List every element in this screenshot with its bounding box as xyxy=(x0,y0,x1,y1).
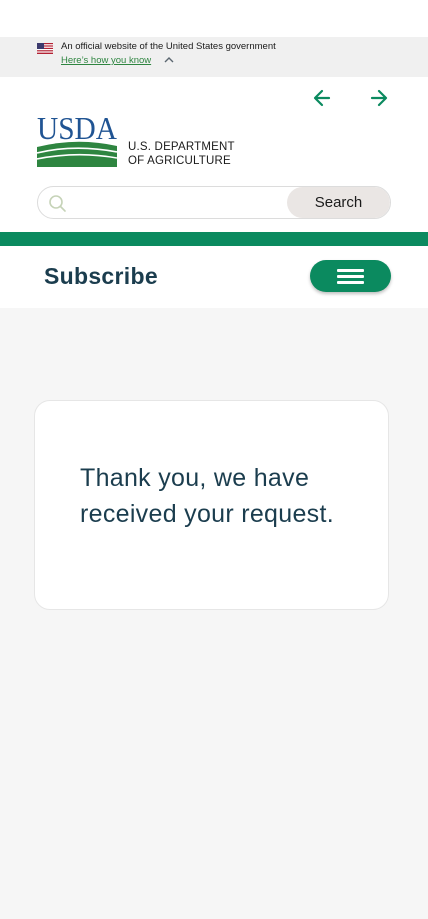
arrow-forward-icon[interactable] xyxy=(368,87,390,109)
menu-button[interactable] xyxy=(310,260,391,292)
usda-logo[interactable]: USDA xyxy=(37,113,117,167)
subnav-bar: Subscribe xyxy=(0,246,428,308)
confirmation-card: Thank you, we have received your request… xyxy=(34,400,389,610)
search-button[interactable]: Search xyxy=(287,187,390,218)
hamburger-icon-line-1 xyxy=(337,269,364,272)
site-header: USDA U.S. DEPARTMENT OF AGRICULTURE Sear… xyxy=(0,77,428,232)
search-input[interactable] xyxy=(74,187,284,218)
hamburger-icon-line-3 xyxy=(337,281,364,284)
page-title: Subscribe xyxy=(44,263,158,289)
green-divider-bar xyxy=(0,232,428,246)
arrow-back-icon[interactable] xyxy=(311,87,333,109)
chevron-up-icon[interactable] xyxy=(163,55,175,65)
top-spacer xyxy=(0,0,428,37)
agency-name: U.S. DEPARTMENT OF AGRICULTURE xyxy=(128,140,235,168)
search-bar: Search xyxy=(37,186,391,219)
us-flag-icon xyxy=(37,43,53,54)
gov-banner-text: An official website of the United States… xyxy=(61,41,276,52)
agency-line-2: OF AGRICULTURE xyxy=(128,155,231,167)
heres-how-you-know-link[interactable]: Here’s how you know xyxy=(61,55,151,66)
hamburger-icon-line-2 xyxy=(337,275,364,278)
confirmation-message: Thank you, we have received your request… xyxy=(80,464,334,528)
search-icon xyxy=(49,195,66,212)
svg-text:USDA: USDA xyxy=(37,113,117,146)
gov-banner: An official website of the United States… xyxy=(0,37,428,77)
agency-line-1: U.S. DEPARTMENT xyxy=(128,141,235,153)
